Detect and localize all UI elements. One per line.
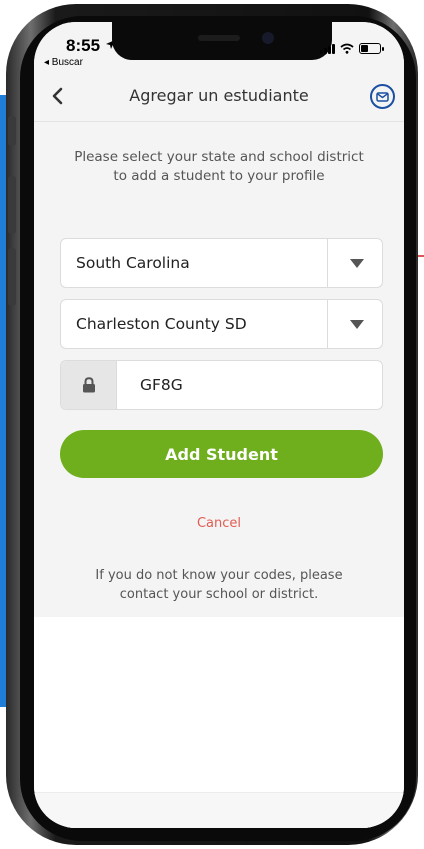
front-camera bbox=[262, 32, 274, 44]
phone-screen: 8:55 ◂ Buscar Agregar un estudiante Plea… bbox=[34, 22, 404, 828]
signal-icon bbox=[320, 43, 335, 54]
back-to-app-link[interactable]: ◂ Buscar bbox=[44, 57, 83, 68]
speaker-grille bbox=[198, 35, 240, 41]
side-button-volume-up bbox=[8, 176, 16, 234]
add-student-form: Please select your state and school dist… bbox=[34, 122, 404, 640]
notch bbox=[112, 22, 332, 60]
district-select[interactable]: Charleston County SD bbox=[60, 299, 383, 349]
status-bar: 8:55 ◂ Buscar bbox=[34, 22, 404, 72]
lock-icon-box bbox=[61, 361, 117, 409]
status-icons bbox=[320, 42, 384, 54]
caret-down-icon bbox=[350, 259, 364, 268]
instructions-text: Please select your state and school dist… bbox=[74, 149, 364, 184]
side-button-volume-down bbox=[8, 248, 16, 306]
mail-icon bbox=[376, 91, 389, 102]
add-student-button[interactable]: Add Student bbox=[60, 430, 383, 478]
lock-icon bbox=[82, 377, 95, 393]
nav-bar: Agregar un estudiante bbox=[34, 72, 404, 122]
stage: 8:55 ◂ Buscar Agregar un estudiante Plea… bbox=[0, 0, 424, 849]
side-button-mute bbox=[8, 116, 16, 146]
mail-button[interactable] bbox=[370, 84, 395, 109]
district-select-value: Charleston County SD bbox=[76, 315, 247, 333]
select-divider bbox=[327, 300, 328, 348]
state-select-value: South Carolina bbox=[76, 254, 190, 272]
bottom-bar bbox=[34, 792, 404, 828]
page-title: Agregar un estudiante bbox=[129, 86, 309, 105]
cancel-link[interactable]: Cancel bbox=[34, 516, 404, 531]
chevron-left-icon bbox=[52, 87, 63, 105]
student-code-field bbox=[60, 360, 383, 410]
help-text: If you do not know your codes, please co… bbox=[95, 568, 343, 602]
wifi-icon bbox=[340, 43, 354, 54]
select-divider bbox=[327, 239, 328, 287]
back-button[interactable] bbox=[44, 83, 70, 109]
status-time: 8:55 bbox=[66, 36, 116, 56]
battery-icon bbox=[359, 43, 384, 54]
student-code-input[interactable] bbox=[118, 361, 382, 409]
state-select[interactable]: South Carolina bbox=[60, 238, 383, 288]
caret-down-icon bbox=[350, 320, 364, 329]
